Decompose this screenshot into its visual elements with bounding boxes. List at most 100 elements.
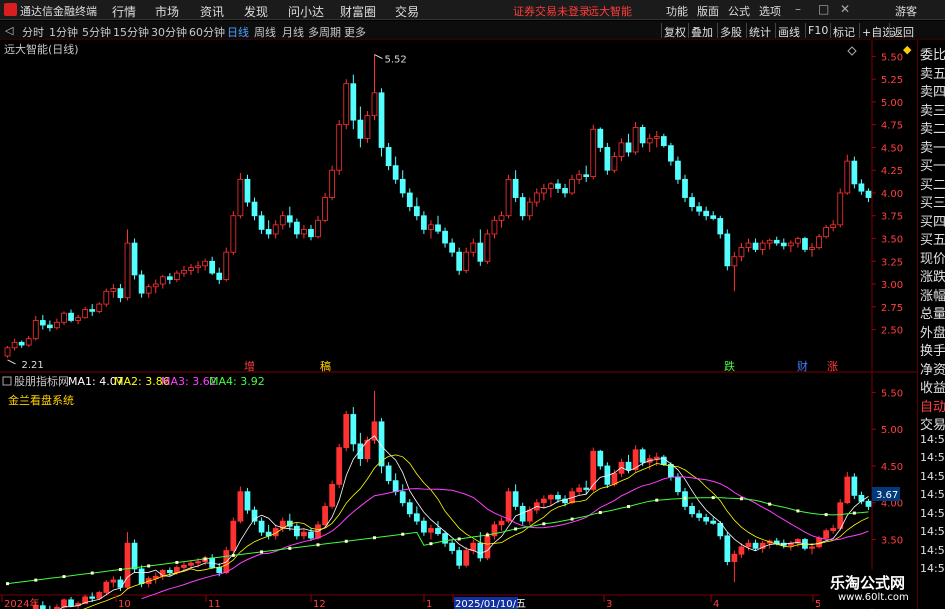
candle-body (230, 215, 237, 253)
chart-title: 远大智能(日线) (4, 42, 79, 56)
toolbar-mark-button[interactable]: 标记 (833, 24, 855, 40)
ma4-marker (739, 497, 743, 501)
sub-candle-body (350, 414, 357, 445)
period-weekly[interactable]: 周线 (254, 24, 276, 40)
event-marker: 增 (244, 359, 255, 373)
sub-candle-body (583, 487, 590, 490)
ma4-marker (344, 539, 348, 543)
candle-body (540, 188, 547, 194)
menu-wealth[interactable]: 财富圈 (340, 3, 376, 20)
candle-body (562, 188, 568, 194)
toolbar-return-button[interactable]: 返回 (892, 24, 914, 40)
period-monthly[interactable]: 月线 (282, 24, 304, 40)
ma4-marker (542, 522, 546, 526)
minimize-icon[interactable]: – (795, 2, 801, 16)
candle-body (159, 276, 166, 285)
period-multi[interactable]: 多周期 (308, 24, 341, 40)
menu-options[interactable]: 选项 (759, 3, 781, 19)
close-icon[interactable]: ✕ (840, 2, 850, 16)
candle-body (124, 242, 131, 299)
kline-chart[interactable]: 远大智能(日线) ◆5.505.255.004.754.504.254.003.7… (0, 40, 917, 609)
login-notice[interactable]: 证券交易未登录 (513, 3, 590, 19)
quote-field: 14:56 (920, 488, 945, 501)
period-5min[interactable]: 5分钟 (82, 24, 111, 40)
sub-candle-body (406, 502, 413, 515)
period-60min[interactable]: 60分钟 (189, 24, 225, 40)
sub-candle-body (293, 525, 300, 537)
settings-icon[interactable] (847, 46, 857, 56)
menu-discover[interactable]: 发现 (244, 3, 268, 20)
ma4-marker (34, 578, 38, 582)
date-label: 12 (313, 599, 326, 609)
quote-field: 委比 (920, 48, 945, 63)
quote-panel: 委比 卖五 卖四 卖三 卖二 卖一 买一 买二 买三 买四 买五 现价 涨跌 涨幅 总量 外盘 换手 净资 收益 自动… (917, 40, 945, 609)
menu-news[interactable]: 资讯 (200, 3, 224, 20)
candle-body (590, 128, 597, 177)
menu-market[interactable]: 市场 (155, 3, 179, 20)
candle-body (195, 265, 201, 269)
maximize-icon[interactable]: □ (818, 2, 829, 16)
menu-layout[interactable]: 版面 (697, 3, 719, 19)
toolbar-adjust-button[interactable]: 复权 (664, 24, 686, 40)
axis-label: 3.25 (881, 257, 903, 268)
axis-label: 3.50 (881, 235, 903, 246)
candle-body (512, 178, 519, 198)
toolbar-separator (746, 23, 747, 38)
quote-field: 卖二 (920, 122, 945, 137)
toolbar-separator (830, 23, 831, 38)
candle-body (392, 165, 399, 180)
sub-candle-body (336, 447, 343, 485)
menu-trade[interactable]: 交易 (395, 3, 419, 20)
sub-candle-body (421, 520, 427, 533)
candle-body (682, 178, 688, 198)
candle-body (237, 178, 244, 217)
period-daily[interactable]: 日线 (227, 24, 249, 40)
menu-quotes[interactable]: 行情 (112, 3, 136, 20)
sub-candle-body (555, 494, 561, 500)
period-intraday[interactable]: 分时 (22, 24, 44, 40)
indicator-toggle-icon[interactable] (2, 376, 12, 386)
sub-candle-body (675, 476, 681, 493)
date-label: 2025/01/10/五 (455, 599, 526, 609)
menu-formula[interactable]: 公式 (728, 3, 750, 19)
ma4-marker (711, 496, 715, 500)
candle-body (646, 137, 653, 144)
sub-candle-body (696, 513, 702, 518)
candle-body (837, 192, 844, 226)
sub-candle-body (343, 414, 350, 448)
toolbar-multi-stock-button[interactable]: 多股 (720, 24, 742, 40)
axis-label: 5.50 (881, 52, 903, 63)
ma4-marker (147, 564, 151, 568)
guest-label[interactable]: 游客 (895, 3, 917, 19)
toolbar-f10-button[interactable]: F10 (808, 24, 828, 37)
event-marker: 财 (797, 359, 808, 373)
toolbar-draw-button[interactable]: 画线 (778, 24, 800, 40)
candle-body (639, 127, 646, 144)
sub-candle-body (639, 449, 646, 463)
menu-function[interactable]: 功能 (666, 3, 688, 19)
sub-candle-body (625, 461, 632, 471)
period-1min[interactable]: 1分钟 (49, 24, 78, 40)
toolbar-separator (661, 23, 662, 38)
period-30min[interactable]: 30分钟 (151, 24, 187, 40)
toolbar-stats-button[interactable]: 统计 (749, 24, 771, 40)
sub-candle-body (413, 513, 420, 522)
lock-icon[interactable]: ◆ (903, 43, 912, 56)
period-more[interactable]: 更多 (344, 24, 366, 40)
menu-ask[interactable]: 问小达 (288, 3, 324, 20)
candle-body (428, 224, 434, 230)
back-arrow-icon[interactable]: ◁ (5, 24, 13, 37)
ma4-marker (514, 527, 518, 531)
candle-body (413, 206, 420, 217)
candle-body (632, 127, 639, 153)
candle-body (477, 242, 484, 262)
ma4-marker (457, 537, 461, 541)
candle-body (442, 230, 448, 244)
sub-candle-body (724, 535, 731, 562)
sub-candle-body (597, 450, 604, 467)
candle-body (569, 178, 575, 194)
ma4-marker (429, 542, 433, 546)
period-15min[interactable]: 15分钟 (113, 24, 149, 40)
candle-body (787, 242, 794, 247)
toolbar-overlay-button[interactable]: 叠加 (691, 24, 713, 40)
